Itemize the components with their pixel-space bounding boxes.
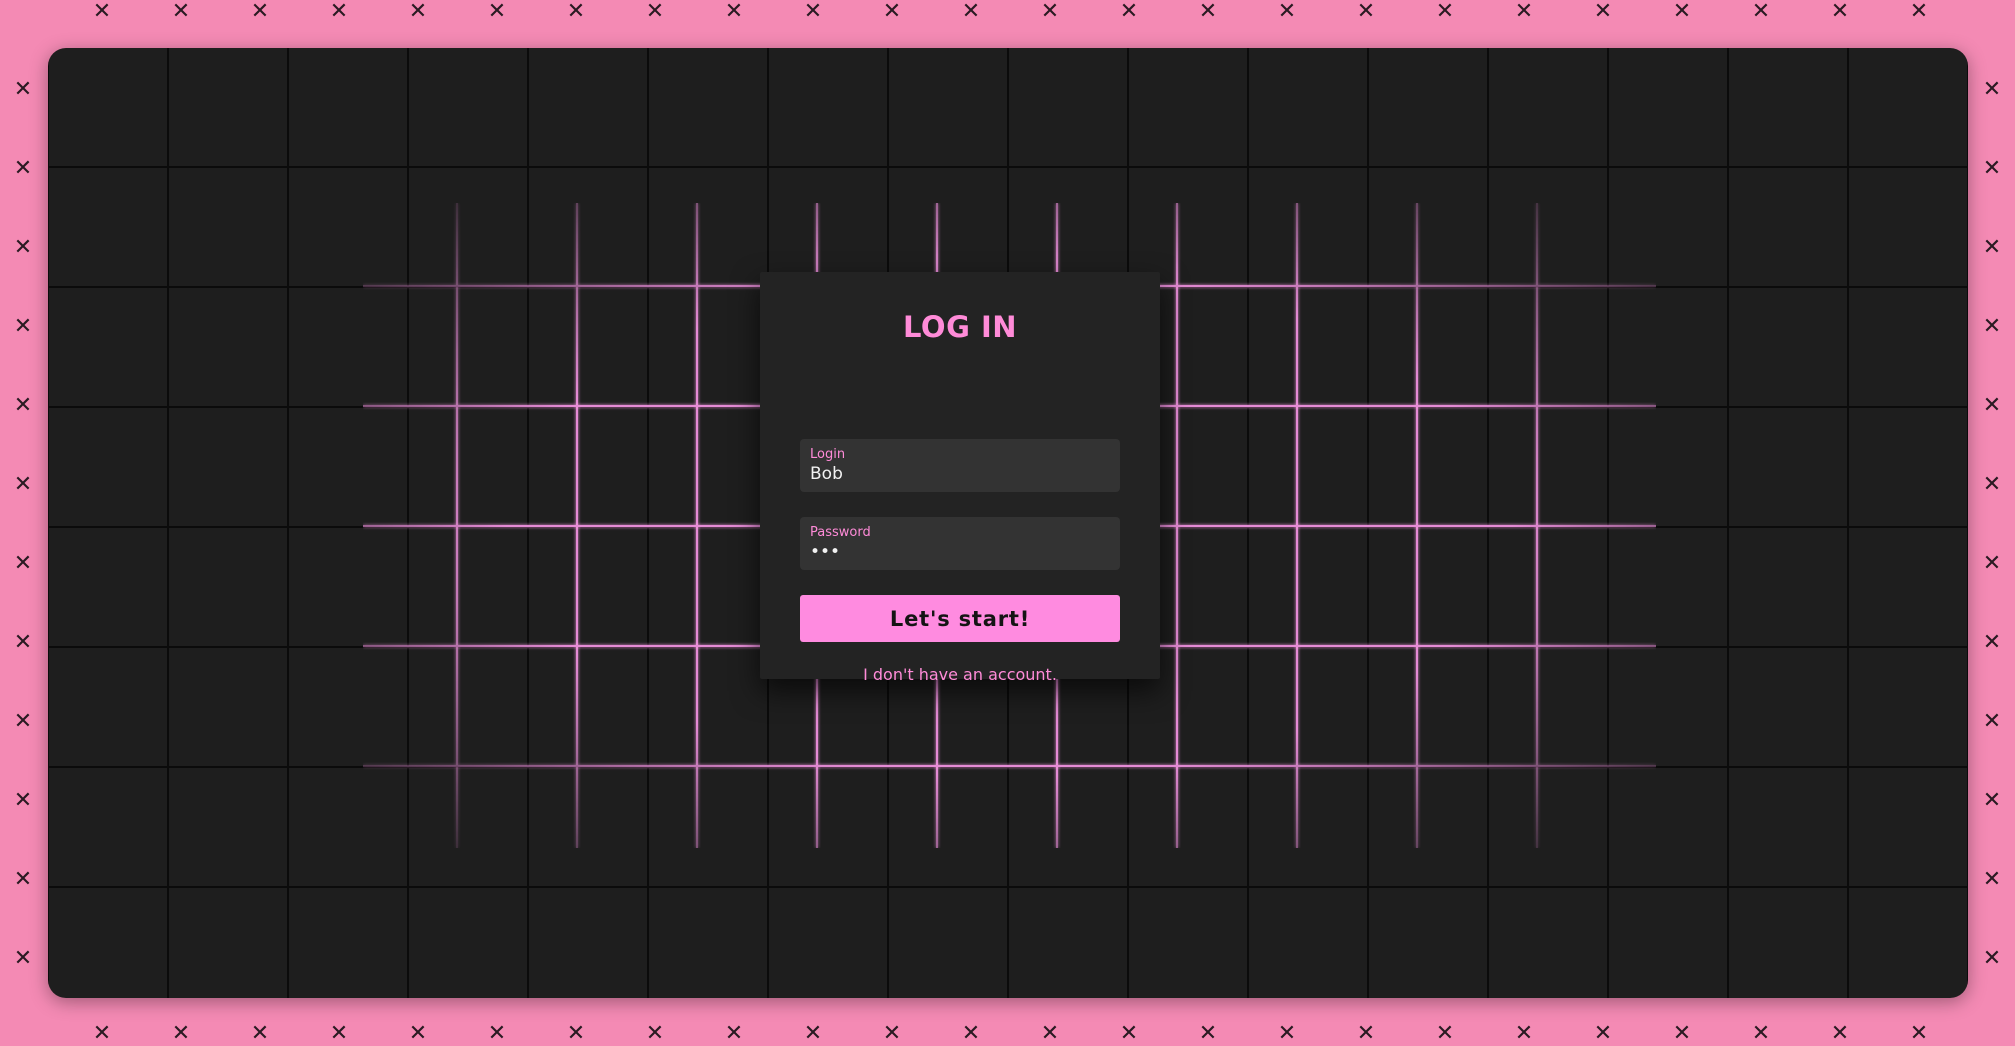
- glow-grid-vertical-line: [456, 203, 458, 848]
- glow-grid-vertical-line: [1536, 203, 1538, 848]
- x-mark-icon: ✕: [13, 472, 33, 497]
- x-mark-icon: ✕: [13, 393, 33, 418]
- x-mark-icon: ✕: [1982, 551, 2002, 576]
- x-mark-icon: ✕: [803, 0, 823, 24]
- x-mark-icon: ✕: [961, 1021, 981, 1046]
- x-mark-icon: ✕: [1040, 0, 1060, 24]
- x-mark-icon: ✕: [645, 1021, 665, 1046]
- x-mark-icon: ✕: [1119, 1021, 1139, 1046]
- x-mark-icon: ✕: [882, 0, 902, 24]
- x-mark-icon: ✕: [408, 1021, 428, 1046]
- login-field[interactable]: Login Bob: [800, 439, 1120, 492]
- x-mark-icon: ✕: [1356, 0, 1376, 24]
- x-mark-icon: ✕: [329, 0, 349, 24]
- x-mark-icon: ✕: [961, 0, 981, 24]
- x-mark-icon: ✕: [645, 0, 665, 24]
- glow-grid-vertical-line: [1296, 203, 1298, 848]
- x-mark-icon: ✕: [1909, 1021, 1929, 1046]
- x-mark-icon: ✕: [1982, 156, 2002, 181]
- x-mark-icon: ✕: [1119, 0, 1139, 24]
- x-mark-icon: ✕: [882, 1021, 902, 1046]
- x-mark-icon: ✕: [1751, 0, 1771, 24]
- login-label: Login: [810, 447, 846, 462]
- x-mark-icon: ✕: [92, 1021, 112, 1046]
- x-mark-icon: ✕: [1356, 1021, 1376, 1046]
- x-mark-icon: ✕: [13, 156, 33, 181]
- x-mark-icon: ✕: [13, 551, 33, 576]
- x-mark-icon: ✕: [1514, 0, 1534, 24]
- x-mark-icon: ✕: [171, 0, 191, 24]
- login-title: LOG IN: [902, 310, 1018, 344]
- x-mark-icon: ✕: [1982, 630, 2002, 655]
- x-mark-icon: ✕: [1909, 0, 1929, 24]
- x-mark-icon: ✕: [92, 0, 112, 24]
- x-mark-icon: ✕: [803, 1021, 823, 1046]
- x-mark-icon: ✕: [724, 0, 744, 24]
- x-mark-icon: ✕: [250, 1021, 270, 1046]
- x-mark-icon: ✕: [13, 630, 33, 655]
- x-mark-icon: ✕: [1982, 788, 2002, 813]
- no-account-link[interactable]: I don't have an account.: [760, 665, 1160, 684]
- x-mark-icon: ✕: [250, 0, 270, 24]
- x-mark-icon: ✕: [724, 1021, 744, 1046]
- x-mark-icon: ✕: [1198, 1021, 1218, 1046]
- password-label: Password: [810, 525, 871, 540]
- x-mark-icon: ✕: [1982, 709, 2002, 734]
- glow-grid-vertical-line: [1176, 203, 1178, 848]
- x-mark-icon: ✕: [1982, 314, 2002, 339]
- glow-grid-horizontal-line: [363, 765, 1656, 767]
- x-mark-icon: ✕: [13, 709, 33, 734]
- x-mark-icon: ✕: [1830, 1021, 1850, 1046]
- glow-grid-vertical-line: [696, 203, 698, 848]
- glow-grid-vertical-line: [1416, 203, 1418, 848]
- start-button[interactable]: Let's start!: [800, 595, 1120, 642]
- x-mark-icon: ✕: [1198, 0, 1218, 24]
- glow-grid-vertical-line: [576, 203, 578, 848]
- password-input[interactable]: •••: [810, 542, 1100, 562]
- x-mark-icon: ✕: [1593, 1021, 1613, 1046]
- x-mark-icon: ✕: [566, 1021, 586, 1046]
- x-mark-icon: ✕: [1672, 0, 1692, 24]
- x-mark-icon: ✕: [1514, 1021, 1534, 1046]
- x-mark-icon: ✕: [1982, 946, 2002, 971]
- x-mark-icon: ✕: [1982, 867, 2002, 892]
- page-frame: ✕ ✕ ✕ ✕ ✕ ✕ ✕ ✕ ✕ ✕ ✕ ✕ ✕ ✕ ✕ ✕ ✕ ✕ ✕ ✕ ✕ ✕ ✕ ✕ ✕ ✕ ✕ ✕ ✕ ✕ ✕ ✕ ✕ ✕ ✕ ✕ ✕ ✕ ✕ ✕…: [0, 0, 2015, 1046]
- x-mark-icon: ✕: [1751, 1021, 1771, 1046]
- x-mark-icon: ✕: [13, 314, 33, 339]
- x-mark-icon: ✕: [1277, 1021, 1297, 1046]
- x-mark-icon: ✕: [329, 1021, 349, 1046]
- x-mark-icon: ✕: [1277, 0, 1297, 24]
- x-mark-icon: ✕: [13, 867, 33, 892]
- x-mark-icon: ✕: [487, 0, 507, 24]
- login-card: LOG IN Login Bob Password ••• Let's star…: [760, 272, 1160, 684]
- x-mark-icon: ✕: [1982, 472, 2002, 497]
- x-mark-icon: ✕: [1435, 1021, 1455, 1046]
- x-mark-icon: ✕: [171, 1021, 191, 1046]
- x-mark-icon: ✕: [13, 235, 33, 260]
- x-mark-icon: ✕: [487, 1021, 507, 1046]
- x-mark-icon: ✕: [1982, 235, 2002, 260]
- x-mark-icon: ✕: [1435, 0, 1455, 24]
- x-mark-icon: ✕: [408, 0, 428, 24]
- password-field[interactable]: Password •••: [800, 517, 1120, 570]
- x-mark-icon: ✕: [1672, 1021, 1692, 1046]
- x-mark-icon: ✕: [13, 77, 33, 102]
- x-mark-icon: ✕: [13, 788, 33, 813]
- x-mark-icon: ✕: [1982, 393, 2002, 418]
- x-mark-icon: ✕: [1040, 1021, 1060, 1046]
- login-input[interactable]: Bob: [810, 464, 1100, 484]
- x-mark-icon: ✕: [1982, 77, 2002, 102]
- x-mark-icon: ✕: [1830, 0, 1850, 24]
- x-mark-icon: ✕: [13, 946, 33, 971]
- x-mark-icon: ✕: [566, 0, 586, 24]
- x-mark-icon: ✕: [1593, 0, 1613, 24]
